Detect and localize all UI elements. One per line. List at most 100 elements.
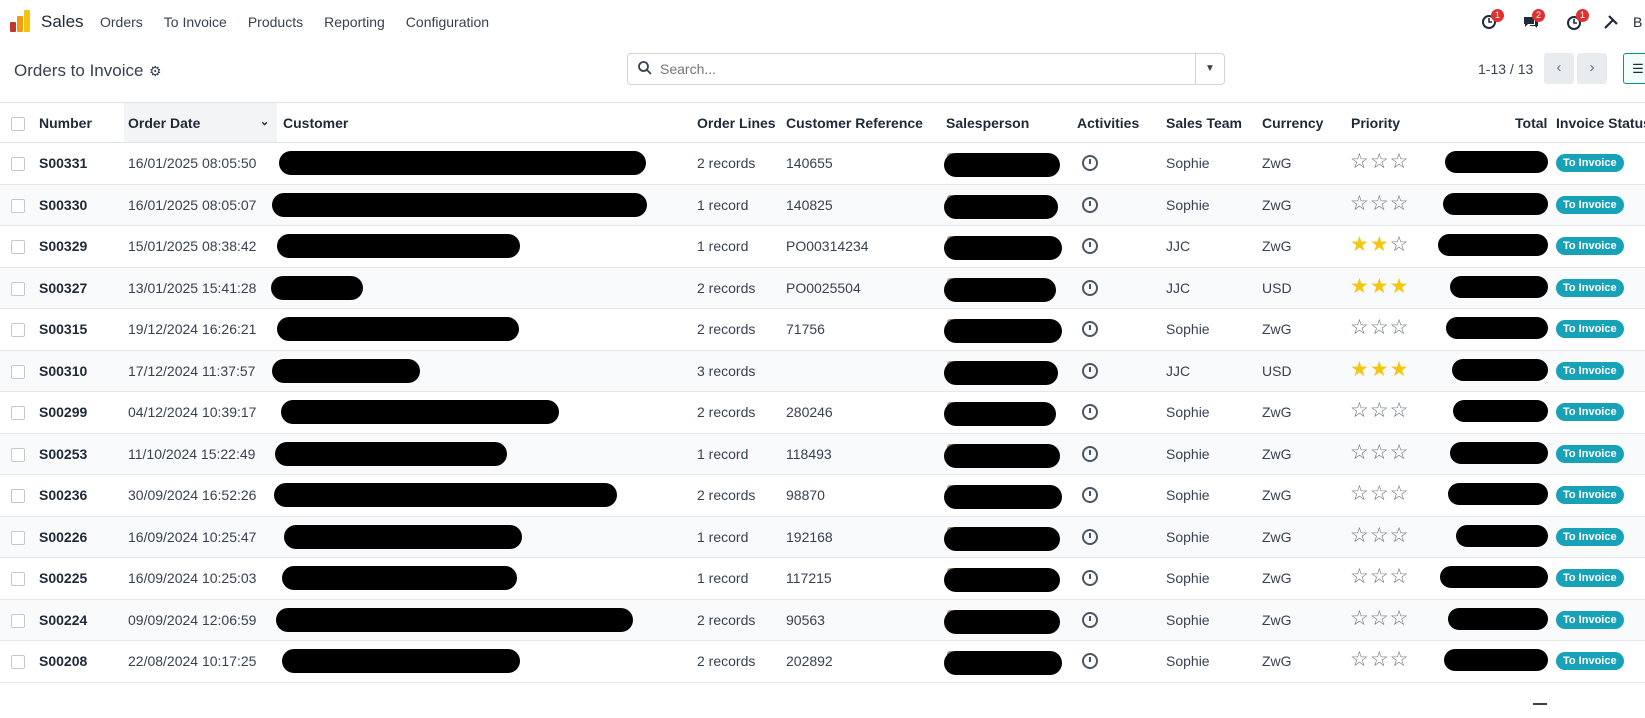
column-customer-reference[interactable]: Customer Reference	[786, 115, 923, 131]
column-activities[interactable]: Activities	[1077, 115, 1139, 131]
row-checkbox[interactable]	[11, 364, 25, 379]
pager-value[interactable]: 1-13 / 13	[1478, 61, 1533, 77]
row-checkbox[interactable]	[11, 655, 25, 669]
priority-star-icon[interactable]: ☆	[1370, 565, 1390, 588]
priority-stars[interactable]: ☆☆☆	[1350, 483, 1409, 505]
menu-orders[interactable]: Orders	[100, 14, 143, 30]
table-row[interactable]: S00329 15/01/2025 08:38:42 1 record PO00314…	[0, 226, 1645, 268]
activity-clock-icon[interactable]	[1082, 155, 1098, 171]
gear-icon[interactable]: ⚙	[149, 63, 162, 80]
column-currency[interactable]: Currency	[1262, 115, 1323, 131]
table-row[interactable]: S00236 30/09/2024 16:52:26 2 records 98870 S…	[0, 475, 1645, 517]
priority-star-icon[interactable]: ★	[1390, 358, 1410, 381]
table-row[interactable]: S00226 16/09/2024 10:25:47 1 record 192168 S…	[0, 516, 1645, 558]
activity-clock-icon[interactable]	[1082, 279, 1098, 296]
table-row[interactable]: S00225 16/09/2024 10:25:03 1 record 117215 S…	[0, 558, 1645, 600]
table-row[interactable]: S00299 04/12/2024 10:39:17 2 records 280246…	[0, 392, 1645, 434]
table-row[interactable]: S00331 16/01/2025 08:05:50 2 records 140655…	[0, 143, 1645, 185]
priority-star-icon[interactable]: ☆	[1390, 648, 1410, 671]
priority-star-icon[interactable]: ☆	[1350, 441, 1370, 464]
activity-clock-icon[interactable]	[1082, 611, 1098, 628]
priority-star-icon[interactable]: ★	[1350, 358, 1370, 381]
priority-stars[interactable]: ☆☆☆	[1350, 566, 1409, 588]
sales-app-icon[interactable]	[10, 10, 32, 32]
pager-next-button[interactable]: ›	[1577, 53, 1607, 84]
priority-star-icon[interactable]: ☆	[1370, 150, 1390, 173]
priority-stars[interactable]: ☆☆☆	[1350, 317, 1409, 339]
row-checkbox[interactable]	[11, 157, 25, 171]
table-row[interactable]: S00253 11/10/2024 15:22:49 1 record 118493 S…	[0, 433, 1645, 475]
priority-star-icon[interactable]: ★	[1370, 275, 1390, 298]
search-input[interactable]	[658, 60, 1182, 78]
row-checkbox[interactable]	[11, 447, 25, 462]
row-checkbox[interactable]	[11, 572, 25, 586]
priority-star-icon[interactable]: ☆	[1350, 192, 1370, 215]
row-checkbox[interactable]	[11, 613, 25, 628]
activity-clock-icon[interactable]	[1082, 570, 1098, 586]
column-invoice-status[interactable]: Invoice Status	[1556, 115, 1645, 131]
priority-stars[interactable]: ☆☆☆	[1350, 192, 1410, 215]
menu-to-invoice[interactable]: To Invoice	[164, 14, 227, 30]
table-row[interactable]: S00330 16/01/2025 08:05:07 1 record 140825 S…	[0, 184, 1645, 226]
priority-star-icon[interactable]: ☆	[1390, 607, 1410, 630]
priority-star-icon[interactable]: ☆	[1390, 192, 1410, 215]
activity-clock-icon[interactable]	[1082, 528, 1098, 545]
priority-star-icon[interactable]: ☆	[1350, 150, 1370, 173]
priority-star-icon[interactable]: ☆	[1350, 316, 1370, 339]
search-options-toggle[interactable]: ▼	[1195, 54, 1224, 84]
table-row[interactable]: S00224 09/09/2024 12:06:59 2 records 90563 S…	[0, 599, 1645, 641]
activity-clock-icon[interactable]	[1082, 445, 1098, 462]
table-row[interactable]: S00310 17/12/2024 11:37:57 3 records JJC USD…	[0, 350, 1645, 392]
row-checkbox[interactable]	[11, 323, 25, 337]
app-name[interactable]: Sales	[41, 12, 84, 32]
menu-products[interactable]: Products	[248, 14, 303, 30]
activity-menu[interactable]: 1	[1481, 9, 1505, 32]
column-number[interactable]: Number	[39, 115, 92, 131]
priority-star-icon[interactable]: ☆	[1390, 399, 1410, 422]
priority-star-icon[interactable]: ☆	[1390, 482, 1410, 505]
priority-star-icon[interactable]: ☆	[1350, 607, 1370, 630]
row-checkbox[interactable]	[11, 530, 25, 545]
priority-star-icon[interactable]: ☆	[1390, 524, 1410, 547]
priority-star-icon[interactable]: ☆	[1370, 399, 1390, 422]
priority-star-icon[interactable]: ☆	[1390, 565, 1410, 588]
priority-star-icon[interactable]: ★	[1370, 358, 1390, 381]
debug-tools-button[interactable]	[1603, 12, 1619, 32]
priority-star-icon[interactable]: ★	[1390, 275, 1410, 298]
row-checkbox[interactable]	[11, 240, 25, 254]
column-order-lines[interactable]: Order Lines	[697, 115, 776, 131]
priority-star-icon[interactable]: ☆	[1390, 441, 1410, 464]
priority-star-icon[interactable]: ☆	[1390, 233, 1410, 256]
pager-previous-button[interactable]: ‹	[1544, 53, 1574, 84]
column-customer[interactable]: Customer	[283, 115, 348, 131]
activity-clock-icon[interactable]	[1082, 238, 1098, 254]
priority-star-icon[interactable]: ☆	[1350, 648, 1370, 671]
table-row[interactable]: S00315 19/12/2024 16:26:21 2 records 71756 S…	[0, 309, 1645, 351]
table-row[interactable]: S00327 13/01/2025 15:41:28 2 records PO0025…	[0, 267, 1645, 309]
priority-star-icon[interactable]: ☆	[1350, 524, 1370, 547]
activity-clock-icon[interactable]	[1082, 404, 1098, 420]
messaging-menu[interactable]: 2	[1522, 9, 1546, 32]
table-row[interactable]: S00208 22/08/2024 10:17:25 2 records 202892…	[0, 641, 1645, 683]
priority-star-icon[interactable]: ☆	[1370, 648, 1390, 671]
priority-stars[interactable]: ☆☆☆	[1350, 400, 1409, 422]
priority-stars[interactable]: ☆☆☆	[1350, 649, 1409, 671]
select-all-checkbox[interactable]	[11, 117, 25, 131]
priority-star-icon[interactable]: ☆	[1370, 316, 1390, 339]
row-checkbox[interactable]	[11, 489, 25, 503]
priority-star-icon[interactable]: ☆	[1350, 399, 1370, 422]
priority-star-icon[interactable]: ★	[1350, 233, 1370, 256]
priority-star-icon[interactable]: ★	[1370, 233, 1390, 256]
menu-configuration[interactable]: Configuration	[406, 14, 489, 30]
priority-star-icon[interactable]: ☆	[1370, 524, 1390, 547]
priority-star-icon[interactable]: ☆	[1370, 482, 1390, 505]
column-priority[interactable]: Priority	[1351, 115, 1400, 131]
column-order-date[interactable]: Order Date	[128, 115, 200, 131]
priority-star-icon[interactable]: ☆	[1390, 316, 1410, 339]
activity-clock-icon[interactable]	[1082, 487, 1098, 503]
priority-stars[interactable]: ☆☆☆	[1350, 151, 1409, 173]
column-sales-team[interactable]: Sales Team	[1166, 115, 1242, 131]
row-checkbox[interactable]	[11, 198, 25, 213]
row-checkbox[interactable]	[11, 406, 25, 420]
priority-star-icon[interactable]: ★	[1350, 275, 1370, 298]
